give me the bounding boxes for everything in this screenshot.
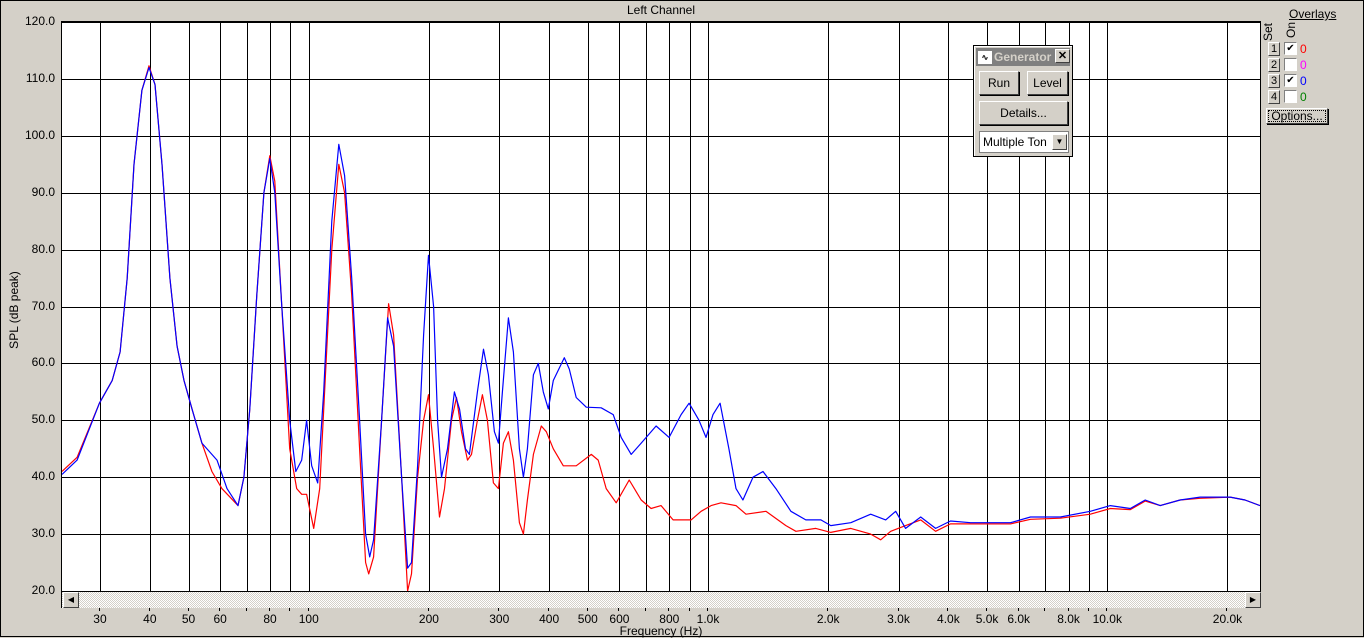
overlay-on-checkbox-1[interactable]: ✔ — [1284, 42, 1297, 55]
overlay-set-button-3[interactable]: 3 — [1268, 74, 1280, 88]
overlay-count-1: 0 — [1300, 42, 1307, 56]
x-tick-mark — [148, 608, 150, 611]
generator-close-button[interactable]: ✕ — [1055, 49, 1070, 63]
overlays-panel: Overlays Set On 1 ✔ 0 2 0 3 ✔ 0 4 0 Options… — [1261, 1, 1364, 638]
overlay-set-button-2[interactable]: 2 — [1268, 58, 1280, 72]
x-tick-mark — [668, 608, 670, 611]
overlay-count-4: 0 — [1300, 90, 1307, 104]
overlay-count-3: 0 — [1300, 74, 1307, 88]
y-tick-label: 40.0 — [31, 469, 55, 484]
y-tick-label: 90.0 — [31, 184, 55, 199]
x-tick-mark — [947, 608, 949, 611]
generator-wave-icon: ∿ — [978, 50, 992, 64]
y-tick-label: 100.0 — [24, 127, 55, 142]
x-tick-mark — [289, 608, 291, 611]
scroll-right-button[interactable]: ▶ — [1245, 592, 1261, 608]
y-tick-label: 110.0 — [25, 70, 55, 85]
x-tick-mark — [498, 608, 500, 611]
y-tick-label: 50.0 — [31, 412, 55, 427]
x-tick-mark — [1106, 608, 1108, 611]
x-tick-mark — [645, 608, 647, 611]
x-tick-mark — [986, 608, 988, 611]
x-tick-mark — [1067, 608, 1069, 611]
x-tick-mark — [548, 608, 550, 611]
x-tick-mark — [586, 608, 588, 611]
chart-title: Left Channel — [626, 3, 696, 17]
overlay-count-2: 0 — [1300, 58, 1307, 72]
plot-area[interactable] — [61, 21, 1261, 592]
overlay-on-checkbox-3[interactable]: ✔ — [1284, 74, 1297, 87]
overlay-on-checkbox-2[interactable] — [1284, 58, 1297, 71]
y-tick-label: 80.0 — [31, 241, 55, 256]
horizontal-scrollbar[interactable]: ◀ ▶ — [61, 592, 1261, 608]
x-tick-mark — [187, 608, 189, 611]
overlay-set-button-1[interactable]: 1 — [1268, 42, 1280, 56]
x-axis-label: Frequency (Hz) — [619, 624, 703, 638]
generator-window: ∿ Generator ✕ Run Level Details... Multi… — [973, 45, 1073, 157]
scroll-left-button[interactable]: ◀ — [63, 592, 79, 608]
y-tick-label: 70.0 — [31, 298, 55, 313]
y-tick-label: 60.0 — [31, 355, 55, 370]
overlays-title[interactable]: Overlays — [1289, 7, 1336, 21]
overlay-on-checkbox-4[interactable] — [1284, 90, 1297, 103]
generator-title: Generator — [994, 50, 1052, 64]
generator-mode-value: Multiple Ton — [983, 135, 1047, 149]
chevron-down-icon[interactable]: ▼ — [1052, 134, 1067, 150]
x-tick-mark — [1226, 608, 1228, 611]
generator-mode-select[interactable]: Multiple Ton ▼ — [979, 131, 1069, 153]
x-tick-mark — [1017, 608, 1019, 611]
series-line-overlay-3 — [62, 66, 1260, 569]
x-tick-mark — [1044, 608, 1046, 611]
x-tick-mark — [688, 608, 690, 611]
series-line-overlay-1 — [62, 65, 1260, 591]
x-tick-mark — [897, 608, 899, 611]
y-tick-label: 30.0 — [31, 526, 55, 541]
options-button[interactable]: Options... — [1266, 108, 1328, 124]
on-header: On — [1284, 21, 1299, 39]
x-tick-mark — [219, 608, 221, 611]
x-tick-mark — [427, 608, 429, 611]
x-tick-mark — [269, 608, 271, 611]
x-tick-mark — [618, 608, 620, 611]
set-header: Set — [1261, 22, 1276, 42]
x-tick-mark — [245, 608, 247, 611]
x-tick-mark — [307, 608, 309, 611]
chart-svg — [62, 22, 1260, 591]
overlay-set-button-4[interactable]: 4 — [1268, 90, 1280, 104]
details-button[interactable]: Details... — [979, 101, 1068, 125]
x-tick-mark — [827, 608, 829, 611]
run-button[interactable]: Run — [979, 71, 1019, 95]
level-button[interactable]: Level — [1027, 71, 1068, 95]
x-tick-mark — [707, 608, 708, 611]
x-tick-mark — [98, 608, 100, 611]
x-tick-mark — [1088, 608, 1089, 611]
y-tick-label: 120.0 — [24, 14, 55, 28]
y-tick-label: 20.0 — [31, 583, 55, 597]
